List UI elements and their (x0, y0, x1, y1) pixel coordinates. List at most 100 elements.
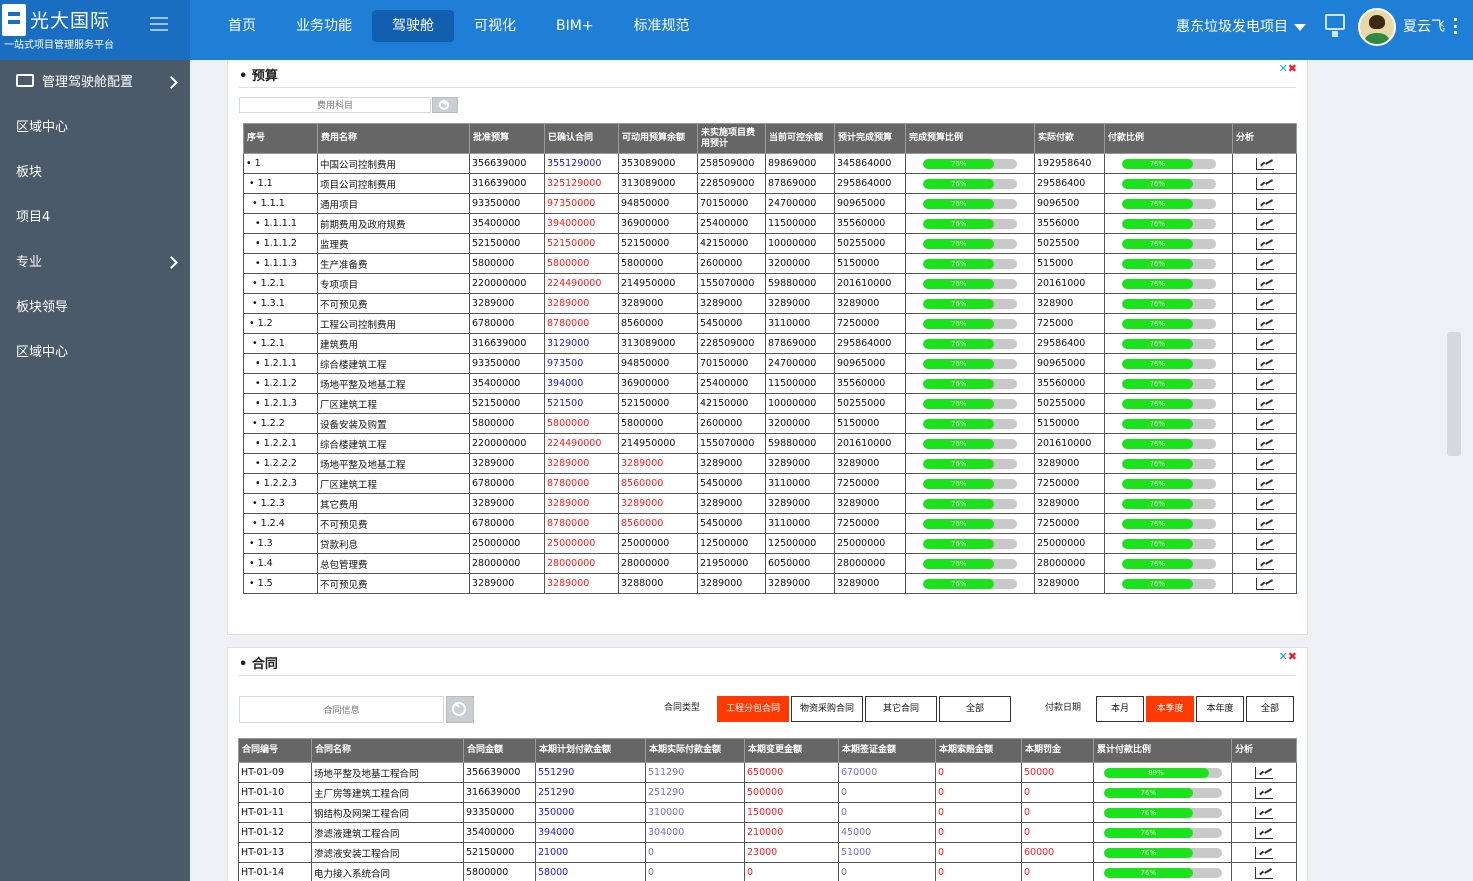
trend-chart-icon[interactable] (1255, 397, 1274, 410)
contract-type-button-1[interactable]: 物资采购合同 (791, 696, 863, 722)
nav-item-0[interactable]: 首页 (208, 10, 276, 42)
table-row[interactable]: • 1 中国公司控制费用 356639000 355129000 353089000 25… (243, 153, 1297, 174)
date-filter-button-0[interactable]: 本月 (1096, 696, 1144, 722)
analysis-cell[interactable] (1231, 862, 1297, 881)
date-filter-button-2[interactable]: 本年度 (1196, 696, 1244, 722)
contract-type-button-0[interactable]: 工程分包合同 (717, 696, 789, 722)
trend-chart-icon[interactable] (1255, 786, 1273, 799)
trend-chart-icon[interactable] (1255, 377, 1274, 390)
project-selector[interactable]: 惠东垃圾发电项目 (1176, 16, 1306, 36)
nav-item-4[interactable]: BIM+ (536, 10, 614, 42)
table-row[interactable]: • 1.2.3 其它费用 3289000 3289000 3289000 3289000 3… (243, 493, 1297, 514)
trend-chart-icon[interactable] (1255, 866, 1273, 879)
analysis-cell[interactable] (1232, 153, 1297, 174)
table-row[interactable]: HT-01-13 渗滤液安装工程合同 52150000 21000 0 23000 5100… (238, 842, 1297, 863)
trend-chart-icon[interactable] (1255, 846, 1273, 859)
table-row[interactable]: • 1.2.2.1 综合楼建筑工程 220000000 224490000 214950… (243, 433, 1297, 454)
trend-chart-icon[interactable] (1255, 537, 1274, 550)
sidebar-item-5[interactable]: 板块领导 (0, 285, 190, 330)
analysis-cell[interactable] (1231, 782, 1297, 803)
table-row[interactable]: • 1.1 项目公司控制费用 316639000 325129000 313089000… (243, 173, 1297, 194)
trend-chart-icon[interactable] (1255, 517, 1274, 530)
nav-item-3[interactable]: 可视化 (454, 10, 536, 42)
analysis-cell[interactable] (1232, 353, 1297, 374)
analysis-cell[interactable] (1232, 473, 1297, 494)
trend-chart-icon[interactable] (1255, 277, 1274, 290)
trend-chart-icon[interactable] (1255, 826, 1273, 839)
trend-chart-icon[interactable] (1255, 317, 1274, 330)
trend-chart-icon[interactable] (1255, 457, 1274, 470)
trend-chart-icon[interactable] (1255, 417, 1274, 430)
table-row[interactable]: HT-01-11 钢结构及网架工程合同 93350000 350000 310000 15… (238, 802, 1297, 823)
analysis-cell[interactable] (1232, 333, 1297, 354)
analysis-cell[interactable] (1232, 493, 1297, 514)
analysis-cell[interactable] (1232, 513, 1297, 534)
nav-item-1[interactable]: 业务功能 (276, 10, 372, 42)
trend-chart-icon[interactable] (1255, 497, 1274, 510)
analysis-cell[interactable] (1232, 433, 1297, 454)
analysis-cell[interactable] (1232, 453, 1297, 474)
contract-type-button-3[interactable]: 全部 (939, 696, 1011, 722)
analysis-cell[interactable] (1232, 293, 1297, 314)
sidebar-item-1[interactable]: 区域中心 (0, 105, 190, 150)
analysis-cell[interactable] (1232, 553, 1297, 574)
analysis-cell[interactable] (1231, 802, 1297, 823)
trend-chart-icon[interactable] (1255, 297, 1274, 310)
analysis-cell[interactable] (1232, 373, 1297, 394)
table-row[interactable]: • 1.2.1.2 场地平整及地基工程 35400000 394000 36900000… (243, 373, 1297, 394)
table-row[interactable]: HT-01-10 主厂房等建筑工程合同 316639000 251290 251290 5… (238, 782, 1297, 803)
analysis-cell[interactable] (1231, 822, 1297, 843)
analysis-cell[interactable] (1232, 413, 1297, 434)
table-row[interactable]: • 1.2.1.3 厂区建筑工程 52150000 521500 52150000 421… (243, 393, 1297, 414)
trend-chart-icon[interactable] (1255, 557, 1274, 570)
table-row[interactable]: HT-01-09 场地平整及地基工程合同 356639000 551290 511290… (238, 762, 1297, 783)
trend-chart-icon[interactable] (1255, 806, 1273, 819)
table-row[interactable]: • 1.2.4 不可预见费 6780000 8780000 8560000 5450000… (243, 513, 1297, 534)
table-row[interactable]: • 1.2.1.1 综合楼建筑工程 93350000 973500 94850000 70… (243, 353, 1297, 374)
table-row[interactable]: • 1.5 不可预见费 3289000 3289000 3288000 3289000 32… (243, 573, 1297, 594)
contract-type-button-2[interactable]: 其它合同 (865, 696, 937, 722)
analysis-cell[interactable] (1232, 253, 1297, 274)
analysis-cell[interactable] (1232, 313, 1297, 334)
budget-search-button[interactable] (432, 97, 458, 113)
trend-chart-icon[interactable] (1255, 157, 1274, 170)
analysis-cell[interactable] (1231, 762, 1297, 783)
table-row[interactable]: • 1.2.2 设备安装及购置 5800000 5800000 5800000 26000… (243, 413, 1297, 434)
panel-close-icon[interactable]: ✕✖ (1279, 650, 1297, 663)
sidebar-item-6[interactable]: 区域中心 (0, 330, 190, 375)
table-row[interactable]: • 1.3.1 不可预见费 3289000 3289000 3289000 3289000… (243, 293, 1297, 314)
date-filter-button-1[interactable]: 本季度 (1146, 696, 1194, 722)
analysis-cell[interactable] (1232, 393, 1297, 414)
menu-toggle-icon[interactable] (150, 17, 168, 31)
nav-item-5[interactable]: 标准规范 (614, 10, 710, 42)
trend-chart-icon[interactable] (1255, 197, 1274, 210)
sidebar-item-2[interactable]: 板块 (0, 150, 190, 195)
table-row[interactable]: • 1.1.1.2 监理费 52150000 52150000 52150000 4215… (243, 233, 1297, 254)
table-row[interactable]: • 1.2.1 建筑费用 316639000 3129000 313089000 2285… (243, 333, 1297, 354)
table-row[interactable]: • 1.2.1 专项项目 220000000 224490000 214950000 15… (243, 273, 1297, 294)
table-row[interactable]: HT-01-14 电力接入系统合同 5800000 58000 0 0 0 0 0 76% (238, 862, 1297, 881)
trend-chart-icon[interactable] (1255, 437, 1274, 450)
analysis-cell[interactable] (1232, 233, 1297, 254)
contract-search-input[interactable] (239, 696, 444, 723)
table-row[interactable]: • 1.2.2.3 厂区建筑工程 6780000 8780000 8560000 5450… (243, 473, 1297, 494)
sidebar-item-3[interactable]: 项目4 (0, 195, 190, 240)
contract-search-button[interactable] (446, 696, 474, 723)
analysis-cell[interactable] (1232, 193, 1297, 214)
user-name[interactable]: 夏云飞 (1403, 16, 1445, 36)
analysis-cell[interactable] (1232, 533, 1297, 554)
table-row[interactable]: • 1.1.1 通用项目 93350000 97350000 94850000 70150… (243, 193, 1297, 214)
trend-chart-icon[interactable] (1255, 257, 1274, 270)
analysis-cell[interactable] (1232, 273, 1297, 294)
page-scrollbar[interactable] (1447, 332, 1461, 456)
analysis-cell[interactable] (1232, 213, 1297, 234)
trend-chart-icon[interactable] (1255, 577, 1274, 590)
avatar[interactable] (1358, 8, 1396, 46)
trend-chart-icon[interactable] (1255, 766, 1273, 779)
table-row[interactable]: • 1.3 贷款利息 25000000 25000000 25000000 1250000… (243, 533, 1297, 554)
table-row[interactable]: • 1.2.2.2 场地平整及地基工程 3289000 3289000 3289000 3… (243, 453, 1297, 474)
budget-search-input[interactable] (239, 97, 431, 113)
analysis-cell[interactable] (1232, 173, 1297, 194)
sidebar-item-0[interactable]: 管理驾驶舱配置 (0, 60, 190, 105)
monitor-icon[interactable] (1325, 14, 1345, 37)
